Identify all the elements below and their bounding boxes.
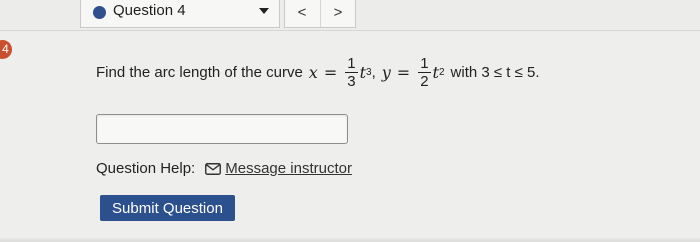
comma: , [371,63,376,81]
previous-question-button[interactable]: < [285,2,319,26]
question-selector-label: Question 4 [113,2,186,19]
fraction-1: 1 3 [345,54,358,90]
equals-sign-1: = [323,62,338,82]
submit-question-button[interactable]: Submit Question [100,195,235,221]
fraction-1-numerator: 1 [345,54,358,73]
question-pager: < > [284,0,356,28]
question-suffix: with 3 ≤ t ≤ 5. [450,63,540,81]
message-instructor-link[interactable]: Message instructor [225,160,352,177]
fraction-2: 1 2 [418,54,431,90]
envelope-icon [205,162,222,175]
question-help-label: Question Help: [96,160,196,177]
caret-down-icon [259,8,269,14]
fraction-2-numerator: 1 [418,54,431,73]
fraction-1-denominator: 3 [347,72,356,90]
question-text: Find the arc length of the curve x = 1 3… [96,50,540,94]
question-help: Question Help: Message instructor [96,160,352,177]
var-y: y [381,62,391,82]
answer-input[interactable] [96,114,348,144]
term-2-exponent: 2 [438,66,445,78]
question-nav-bar: Question 4 < > [0,0,700,31]
equals-sign-2: = [396,62,411,82]
next-question-button[interactable]: > [321,2,355,26]
question-selector-dropdown[interactable]: Question 4 [80,0,280,28]
bottom-divider [0,238,700,242]
fraction-2-denominator: 2 [420,72,429,90]
question-prefix: Find the arc length of the curve [96,63,303,81]
question-number-badge: 4 [0,40,12,59]
question-status-dot-icon [93,6,106,19]
var-x: x [308,62,318,82]
